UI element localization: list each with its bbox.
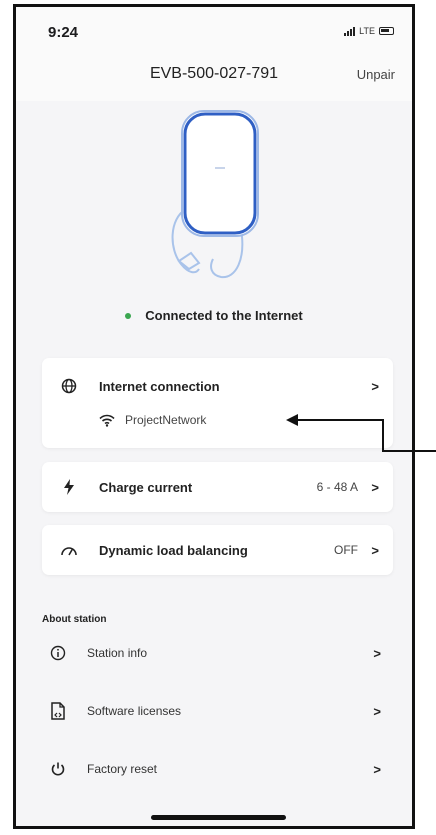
- annotation-arrow: [286, 414, 436, 452]
